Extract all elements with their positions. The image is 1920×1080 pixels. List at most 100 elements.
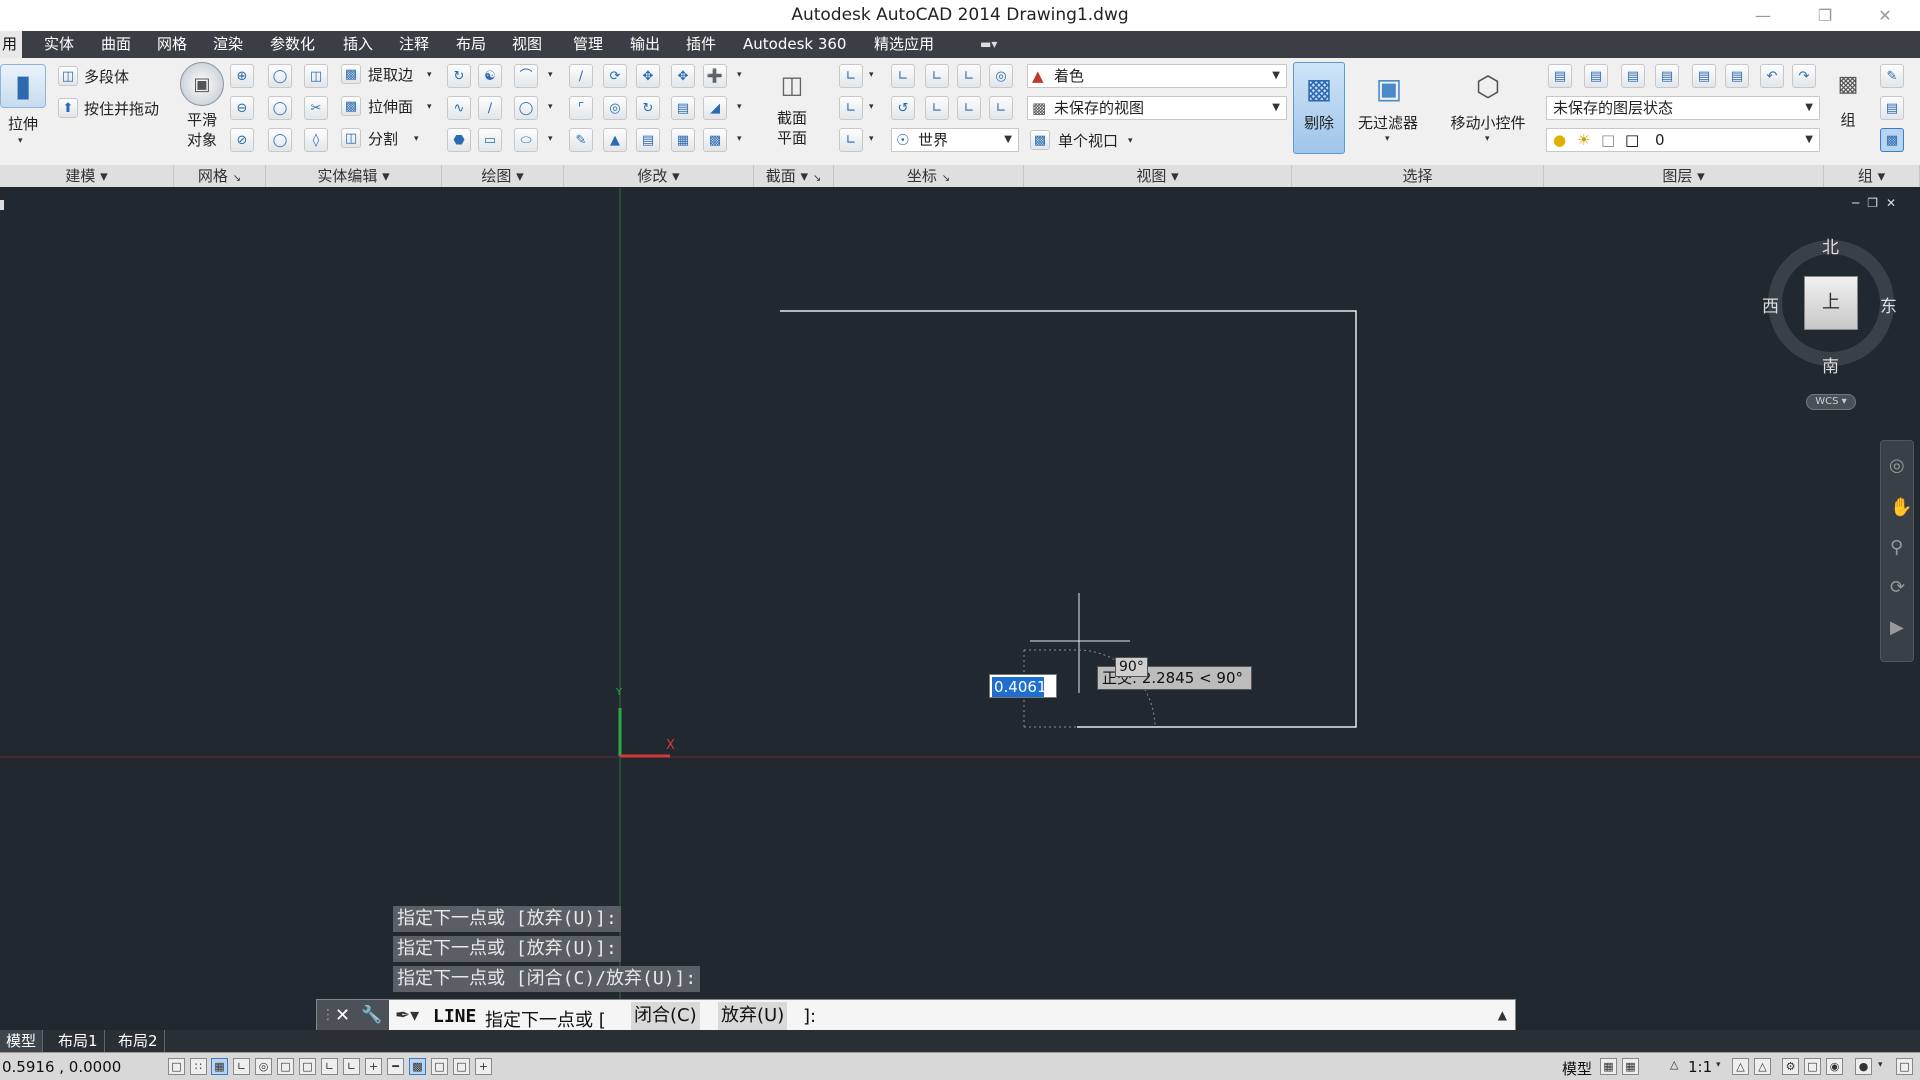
rectangle-icon[interactable]: ▭ xyxy=(478,128,502,152)
tab-layout1[interactable]: 布局1 xyxy=(52,1030,105,1052)
annotation-monitor-icon[interactable]: + xyxy=(475,1058,492,1075)
panel-title-view[interactable]: 视图 ▾ xyxy=(1024,165,1292,187)
mesh-refine-icon[interactable]: ⊖ xyxy=(230,96,254,120)
chevron-up-icon[interactable]: ▲ xyxy=(1498,1008,1507,1022)
tab-layout2[interactable]: 布局2 xyxy=(112,1030,165,1052)
offset-icon[interactable]: ▤ xyxy=(636,128,660,152)
split-button[interactable]: 分割 xyxy=(368,130,398,148)
viewport-icon[interactable]: ▩ xyxy=(1030,130,1050,150)
isolate-objects-icon[interactable]: ● xyxy=(1855,1058,1872,1075)
dynamic-input-field[interactable]: 0.4061 xyxy=(989,674,1057,698)
group-selection-icon[interactable]: ▩ xyxy=(1880,128,1904,152)
viewcube-north[interactable]: 北 xyxy=(1822,233,1839,258)
split-icon[interactable]: ◫ xyxy=(341,128,361,148)
panel-title-modify[interactable]: 修改 ▾ xyxy=(564,165,754,187)
ucs-y-icon[interactable]: ∟ xyxy=(957,64,981,88)
chevron-down-icon[interactable]: ▾ xyxy=(1716,1060,1721,1070)
tab-overflow-icon[interactable]: ▬▾ xyxy=(980,31,997,58)
command-line-grip[interactable]: ⋮ ✕ 🔧 xyxy=(317,1000,389,1033)
auto-scale-icon[interactable]: △ xyxy=(1754,1058,1771,1075)
quick-view-layouts-icon[interactable]: ▦ xyxy=(1600,1058,1617,1075)
tab-surface[interactable]: 曲面 xyxy=(101,31,131,58)
interfere-icon[interactable]: ◫ xyxy=(304,64,328,88)
grid-display-icon[interactable]: ▦ xyxy=(211,1058,228,1075)
copy-icon[interactable]: ▤ xyxy=(671,96,695,120)
steering-wheel-icon[interactable]: ◎ xyxy=(1889,455,1905,476)
zoom-extents-icon[interactable]: ⚲ xyxy=(1890,537,1903,558)
clean-screen-icon[interactable]: □ xyxy=(1896,1058,1913,1075)
layer-lock-icon[interactable]: ▤ xyxy=(1692,64,1716,88)
quick-properties-icon[interactable]: □ xyxy=(431,1058,448,1075)
rectangular-array-icon[interactable]: ▩ xyxy=(703,128,727,152)
polysolid-button[interactable]: 多段体 xyxy=(84,68,129,86)
group-edit-icon[interactable]: ▤ xyxy=(1880,96,1904,120)
annotation-visibility-icon[interactable]: △ xyxy=(1732,1058,1749,1075)
extract-edges-icon[interactable]: ▩ xyxy=(341,64,361,84)
subtract-icon[interactable]: ◯ xyxy=(268,96,292,120)
option-undo[interactable]: 放弃(U) xyxy=(718,1002,788,1030)
smooth-object-label-1[interactable]: 平滑 xyxy=(180,110,224,130)
grip-icon[interactable]: ⋮ xyxy=(321,1007,335,1023)
snap-mode-icon[interactable]: ∷ xyxy=(190,1058,207,1075)
ucs-world-dropdown[interactable]: ☉ 世界 ▼ xyxy=(891,128,1019,152)
transparency-icon[interactable]: ▩ xyxy=(409,1058,426,1075)
selection-cycling-icon[interactable]: □ xyxy=(453,1058,470,1075)
annotation-scale-icon[interactable]: △ xyxy=(1670,1058,1678,1071)
tab-manage[interactable]: 管理 xyxy=(573,31,603,58)
named-view-dropdown[interactable]: ▩ 未保存的视图 ▼ xyxy=(1027,96,1287,120)
close-icon[interactable]: ✕ xyxy=(335,1005,350,1026)
ucs-x-icon[interactable]: ∟ xyxy=(925,64,949,88)
viewcube-top-face[interactable]: 上 xyxy=(1804,276,1858,330)
section-plane-icon[interactable]: ◫ xyxy=(770,64,814,106)
presspull-icon[interactable]: ⬆ xyxy=(58,98,78,118)
wcs-menu-button[interactable]: WCS ▾ xyxy=(1806,394,1856,410)
arc-icon[interactable]: ⌒ xyxy=(514,64,538,88)
panel-title-solid-editing[interactable]: 实体编辑 ▾ xyxy=(266,165,442,187)
restore-icon[interactable]: ❐ xyxy=(1795,0,1855,31)
tab-layout[interactable]: 布局 xyxy=(456,31,486,58)
extrude-button-label[interactable]: 拉伸 xyxy=(2,114,44,134)
viewcube-east[interactable]: 东 xyxy=(1880,292,1897,317)
tab-mesh[interactable]: 网格 xyxy=(157,31,187,58)
smooth-object-label-2[interactable]: 对象 xyxy=(180,130,224,150)
layer-off-icon[interactable]: ▤ xyxy=(1655,64,1679,88)
toolbar-lock-icon[interactable]: □ xyxy=(1804,1058,1821,1075)
3d-align-icon[interactable]: ◎ xyxy=(603,96,627,120)
layer-previous-icon[interactable]: ↶ xyxy=(1760,64,1784,88)
group-label[interactable]: 组 xyxy=(1828,110,1868,130)
layer-isolate-icon[interactable]: ▤ xyxy=(1584,64,1608,88)
chevron-down-icon[interactable]: ▾ xyxy=(737,102,742,112)
pan-icon[interactable]: ✋ xyxy=(1890,497,1912,518)
slice-icon[interactable]: ✂ xyxy=(304,96,328,120)
ucs-object-icon[interactable]: ∟ xyxy=(839,128,863,152)
chevron-down-icon[interactable]: ▾ xyxy=(869,134,874,144)
chevron-down-icon[interactable]: ▾ xyxy=(737,134,742,144)
object-snap-tracking-icon[interactable]: ∟ xyxy=(321,1058,338,1075)
3d-rotate-icon[interactable]: ⟳ xyxy=(603,64,627,88)
workspace-gear-icon[interactable]: ⚙ xyxy=(1782,1058,1799,1075)
ungroup-icon[interactable]: ✎ xyxy=(1880,64,1904,88)
viewcube-west[interactable]: 西 xyxy=(1762,292,1779,317)
showmotion-icon[interactable]: ▶ xyxy=(1890,617,1904,638)
scale-icon[interactable]: ∕ xyxy=(569,64,593,88)
culling-label[interactable]: 剔除 xyxy=(1293,113,1345,133)
intersect-icon[interactable]: ◯ xyxy=(268,128,292,152)
ucs-z-icon[interactable]: ∟ xyxy=(925,96,949,120)
layer-properties-icon[interactable]: ▤ xyxy=(1548,64,1572,88)
chevron-down-icon[interactable]: ▾ xyxy=(869,70,874,80)
viewport-config-button[interactable]: 单个视口 xyxy=(1058,132,1118,150)
chevron-down-icon[interactable]: ▾ xyxy=(427,70,432,80)
orbit-icon[interactable]: ⟳ xyxy=(1890,577,1905,598)
chamfer-icon[interactable]: ◢ xyxy=(703,96,727,120)
section-plane-label-2[interactable]: 平面 xyxy=(768,128,816,148)
ucs-3point-icon[interactable]: ∟ xyxy=(957,96,981,120)
culling-icon[interactable]: ▩ xyxy=(1296,66,1342,110)
quick-view-drawings-icon[interactable]: ▦ xyxy=(1622,1058,1639,1075)
smooth-object-icon[interactable]: ▣ xyxy=(180,62,224,106)
ucs-icon[interactable]: ∟ xyxy=(839,64,863,88)
union-icon[interactable]: ◯ xyxy=(268,64,292,88)
move-icon[interactable]: ✥ xyxy=(636,64,660,88)
panel-title-draw[interactable]: 绘图 ▾ xyxy=(442,165,564,187)
ucs-view-icon[interactable]: ◎ xyxy=(989,64,1013,88)
no-filter-label[interactable]: 无过滤器 xyxy=(1350,113,1426,133)
